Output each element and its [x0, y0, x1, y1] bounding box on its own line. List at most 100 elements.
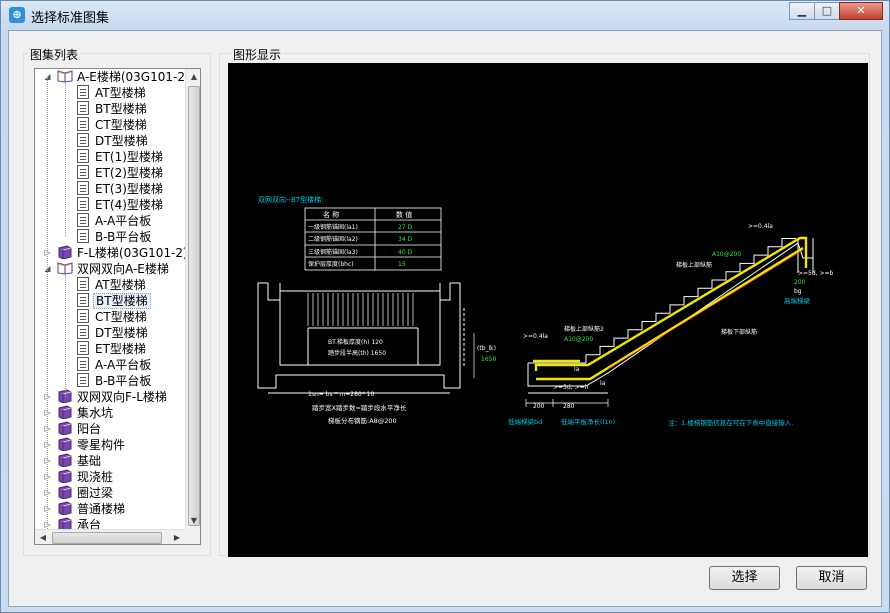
tree-folder-item[interactable]: ▷ F-L楼梯(03G101-2): [44, 245, 185, 261]
document-icon: [77, 181, 89, 195]
tree-item-label: 双网双向A-E楼梯: [77, 262, 169, 276]
plan-height-text: 踏步段半高(th) 1650: [328, 349, 386, 357]
tree-item-label: ET(2)型楼梯: [95, 166, 163, 180]
hscroll-thumb[interactable]: [52, 532, 162, 544]
tree-leaf-item[interactable]: BT型楼梯: [77, 293, 151, 309]
tree-item-label: B-B平台板: [95, 230, 152, 244]
stair-plan-view: [257, 282, 465, 394]
table-cell[interactable]: 15: [398, 261, 406, 268]
table-cell[interactable]: 27 D: [398, 224, 413, 231]
tree-leaf-item[interactable]: DT型楼梯: [77, 325, 150, 341]
tree-leaf-item[interactable]: A-A平台板: [77, 213, 153, 229]
table-cell[interactable]: 40 D: [398, 249, 413, 256]
tree-leaf-item[interactable]: ET型楼梯: [77, 341, 148, 357]
tree-leaf-item[interactable]: DT型楼梯: [77, 133, 150, 149]
close-button[interactable]: ✕: [839, 2, 883, 20]
stair-drawing: 双网双向--BT型楼梯: 名 称 数 值 一级钢筋锚固(la1) 27 D 二级…: [257, 195, 834, 427]
tree-folder-item[interactable]: ▷ 普通楼梯: [44, 501, 127, 517]
window-title: 选择标准图集: [31, 11, 110, 26]
tree-leaf-item[interactable]: BT型楼梯: [77, 101, 149, 117]
section-la-1: la: [574, 366, 580, 373]
tree-item-label: 阳台: [77, 422, 102, 436]
tree-leaf-item[interactable]: AT型楼梯: [77, 277, 148, 293]
scroll-down-arrow-icon[interactable]: ▼: [186, 513, 200, 529]
section-dim-280: 280: [563, 403, 575, 410]
plan-note-2: 梯板分布钢筋:A8@200: [328, 416, 397, 425]
tree-item-label: ET(1)型楼梯: [95, 150, 163, 164]
tree-leaf-item[interactable]: ET(2)型楼梯: [77, 165, 165, 181]
scroll-left-arrow-icon[interactable]: ◀: [35, 530, 51, 544]
tree-leaf-item[interactable]: A-A平台板: [77, 357, 153, 373]
open-book-icon: [57, 262, 73, 275]
tree-item-label: A-A平台板: [95, 214, 152, 228]
tree-leaf-item[interactable]: AT型楼梯: [77, 85, 148, 101]
tree-leaf-item[interactable]: CT型楼梯: [77, 309, 149, 325]
dialog-window: ⊕ 选择标准图集 ▁ □ ✕ 图集列表 ◢ A-E楼梯(03G101-2) AT型楼…: [0, 0, 890, 613]
document-icon: [77, 197, 89, 211]
tree-leaf-item[interactable]: ET(4)型楼梯: [77, 197, 165, 213]
tree-item-label: DT型楼梯: [95, 134, 148, 148]
tree-item-label: 基础: [77, 454, 102, 468]
select-button[interactable]: 选择: [709, 566, 780, 590]
section-bar-top[interactable]: A10@200: [712, 251, 741, 258]
tree-leaf-item[interactable]: B-B平台板: [77, 373, 153, 389]
section-label-top2: 梯板上部纵筋2: [564, 325, 604, 333]
tree-leaf-item[interactable]: B-B平台板: [77, 229, 153, 245]
tree-horizontal-scrollbar[interactable]: ◀ ▶: [35, 529, 185, 544]
section-bar-mid[interactable]: A10@200: [564, 336, 593, 343]
tree-item-label: BT型楼梯: [95, 102, 147, 116]
maximize-button[interactable]: □: [814, 2, 840, 20]
document-icon: [77, 309, 89, 323]
tree-folder-item[interactable]: ▷ 现浇桩: [44, 469, 115, 485]
tree-item-label: F-L楼梯(03G101-2): [77, 246, 185, 260]
tree-content: ◢ A-E楼梯(03G101-2) AT型楼梯 BT型楼梯 CT型楼梯 DT型楼梯 ET(1…: [35, 69, 185, 529]
atlas-tree[interactable]: ◢ A-E楼梯(03G101-2) AT型楼梯 BT型楼梯 CT型楼梯 DT型楼梯 ET(1…: [34, 68, 201, 545]
closed-book-icon: [58, 437, 72, 451]
tree-folder-item[interactable]: ▷ 双网双向F-L楼梯: [44, 389, 169, 405]
tree-item-label: 零星构件: [77, 438, 126, 452]
tree-item-label: ET(4)型楼梯: [95, 198, 163, 212]
tree-item-label: A-E楼梯(03G101-2): [77, 70, 185, 84]
document-icon: [77, 341, 89, 355]
scroll-thumb[interactable]: [188, 86, 200, 526]
tree-leaf-item[interactable]: ET(1)型楼梯: [77, 149, 165, 165]
tree-vertical-scrollbar[interactable]: ▲ ▼: [185, 69, 200, 529]
document-icon: [77, 117, 89, 131]
title-bar[interactable]: ⊕ 选择标准图集 ▁ □ ✕: [1, 1, 889, 29]
scroll-up-arrow-icon[interactable]: ▲: [186, 69, 200, 85]
section-5d-left: >=5d, >=h: [553, 384, 589, 391]
scroll-right-arrow-icon[interactable]: ▶: [169, 530, 185, 544]
tree-folder-item[interactable]: ▷ 零星构件: [44, 437, 127, 453]
open-book-icon: [57, 70, 73, 83]
minimize-button[interactable]: ▁: [789, 2, 815, 20]
tree-folder-item[interactable]: ▷ 阳台: [44, 421, 103, 437]
tree-item-label: AT型楼梯: [95, 86, 146, 100]
table-cell[interactable]: 34 D: [398, 236, 413, 243]
section-top-dim: >=0.4la: [748, 223, 773, 230]
plan-side-value: 1650: [481, 356, 496, 363]
tree-item-label: CT型楼梯: [95, 118, 147, 132]
tree-leaf-item[interactable]: ET(3)型楼梯: [77, 181, 165, 197]
drawing-canvas[interactable]: 双网双向--BT型楼梯: 名 称 数 值 一级钢筋锚固(la1) 27 D 二级…: [228, 63, 868, 557]
plan-treads: [307, 293, 414, 326]
plan-thickness-text: BT.梯板厚度(h) 120: [328, 338, 383, 346]
tree-folder-item[interactable]: ▷ 圈过梁: [44, 485, 115, 501]
tree-folder-item[interactable]: ▷ 承台: [44, 517, 103, 529]
cancel-button[interactable]: 取消: [796, 566, 867, 590]
closed-book-icon: [58, 517, 72, 529]
plan-note-1: 踏步宽X踏步数=踏步段水平净长: [312, 403, 407, 412]
tree-item-label: 现浇桩: [77, 470, 114, 484]
tree-item-label: BT型楼梯: [93, 293, 151, 309]
section-bg: bg: [794, 288, 802, 295]
tree-folder-item[interactable]: ◢ 双网双向A-E楼梯: [44, 261, 171, 277]
tree-folder-item[interactable]: ▷ 基础: [44, 453, 103, 469]
section-note: 注：1.楼梯钢筋信息在可在下表中直接输入.: [668, 418, 793, 427]
tree-folder-item[interactable]: ▷ 集水坑: [44, 405, 115, 421]
section-label-top: 梯板上部纵筋: [676, 261, 712, 269]
document-icon: [77, 213, 89, 227]
document-icon: [77, 149, 89, 163]
section-200-right: 200: [794, 279, 806, 286]
tree-leaf-item[interactable]: CT型楼梯: [77, 117, 149, 133]
document-icon: [77, 85, 89, 99]
tree-folder-item[interactable]: ◢ A-E楼梯(03G101-2): [44, 69, 185, 85]
